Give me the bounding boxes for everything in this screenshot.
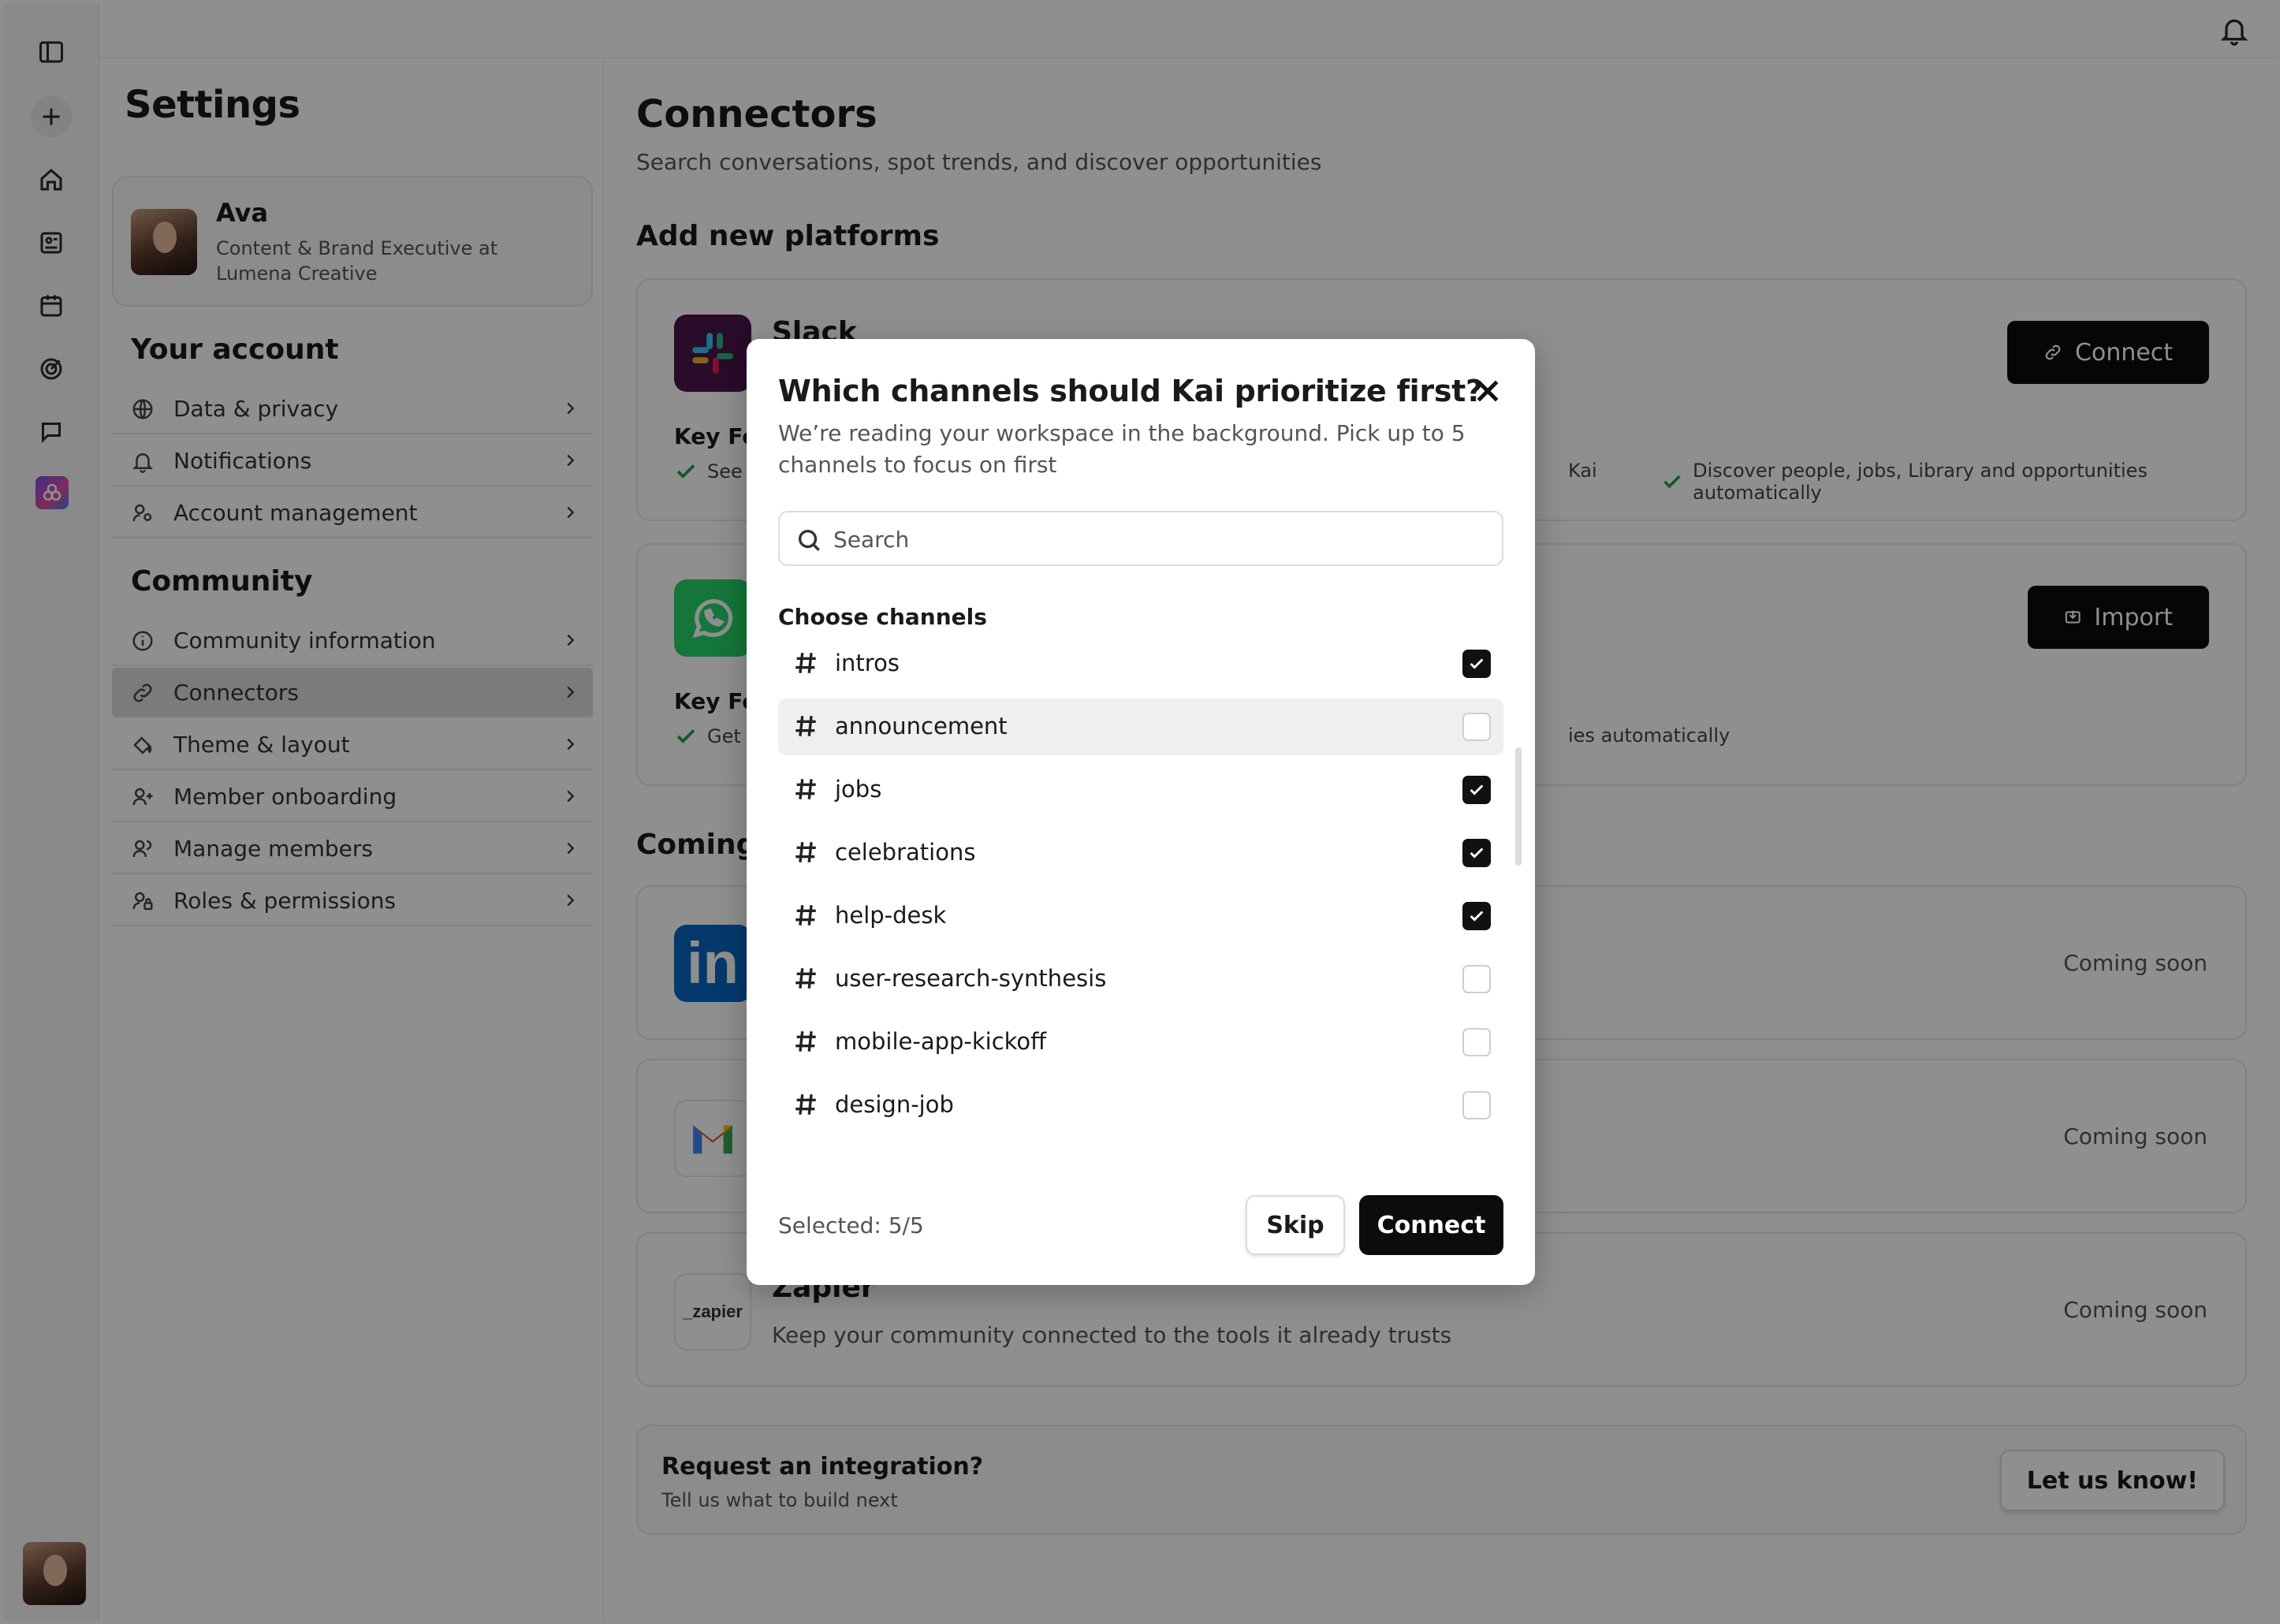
app-window: Settings Ava Content & Brand Executive a… — [0, 0, 2280, 1624]
channel-checkbox-mobile-app-kickoff[interactable] — [1462, 1028, 1491, 1056]
channel-row-mobile-app-kickoff[interactable]: mobile-app-kickoff — [778, 1014, 1503, 1071]
channel-name: design-job — [835, 1091, 954, 1118]
channel-checkbox-help-desk[interactable] — [1462, 902, 1491, 930]
channel-list: intros announcement jobs celebrations he… — [778, 635, 1503, 1148]
hash-icon — [792, 965, 819, 992]
channel-checkbox-celebrations[interactable] — [1462, 839, 1491, 867]
channel-row-celebrations[interactable]: celebrations — [778, 825, 1503, 881]
hash-icon — [792, 713, 819, 739]
channel-row-user-research-synthesis[interactable]: user-research-synthesis — [778, 951, 1503, 1008]
skip-button[interactable]: Skip — [1246, 1195, 1345, 1255]
search-icon — [798, 529, 820, 551]
channel-row-jobs[interactable]: jobs — [778, 762, 1503, 818]
channel-name: help-desk — [835, 902, 947, 929]
channel-priority-modal: Which channels should Kai prioritize fir… — [747, 339, 1535, 1285]
channel-row-design-job[interactable]: design-job — [778, 1077, 1503, 1134]
channel-row-intros[interactable]: intros — [778, 635, 1503, 692]
channel-checkbox-announcement[interactable] — [1462, 713, 1491, 741]
modal-description: We’re reading your workspace in the back… — [778, 420, 1466, 478]
channel-name: celebrations — [835, 839, 976, 866]
channel-name: mobile-app-kickoff — [835, 1028, 1047, 1055]
channel-checkbox-user-research-synthesis[interactable] — [1462, 965, 1491, 993]
selected-count: Selected: 5/5 — [778, 1212, 924, 1238]
hash-icon — [792, 1091, 819, 1118]
choose-channels-label: Choose channels — [778, 604, 987, 630]
modal-title: Which channels should Kai prioritize fir… — [778, 374, 1483, 408]
hash-icon — [792, 1028, 819, 1055]
hash-icon — [792, 902, 819, 929]
channel-checkbox-design-job[interactable] — [1462, 1091, 1491, 1119]
channel-search — [778, 511, 1503, 566]
channel-name: intros — [835, 650, 900, 676]
channel-row-announcement[interactable]: announcement — [778, 698, 1503, 755]
channel-checkbox-jobs[interactable] — [1462, 776, 1491, 804]
connect-button[interactable]: Connect — [1359, 1195, 1503, 1255]
close-icon[interactable] — [1472, 375, 1503, 407]
channel-name: user-research-synthesis — [835, 965, 1107, 992]
hash-icon — [792, 839, 819, 866]
channel-name: announcement — [835, 713, 1008, 739]
search-input[interactable] — [833, 519, 1488, 560]
channel-name: jobs — [835, 776, 882, 803]
channel-row-help-desk[interactable]: help-desk — [778, 888, 1503, 944]
hash-icon — [792, 650, 819, 676]
channel-checkbox-intros[interactable] — [1462, 650, 1491, 678]
hash-icon — [792, 776, 819, 803]
channel-list-scrollbar[interactable] — [1515, 747, 1522, 866]
